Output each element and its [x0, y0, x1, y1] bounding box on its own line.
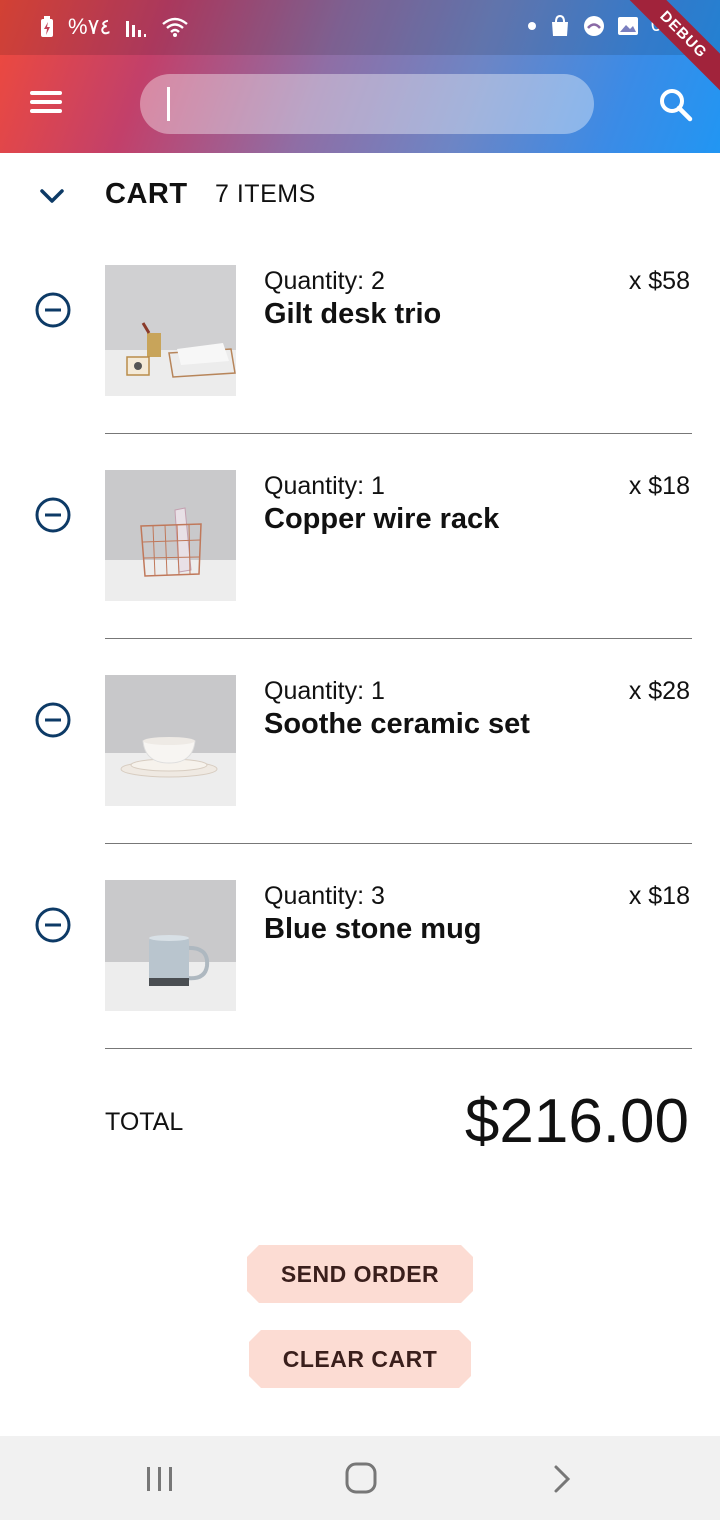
app-notification-icon: [583, 15, 605, 37]
total-label: TOTAL: [105, 1108, 184, 1136]
cart-item-count: 7 ITEMS: [215, 180, 316, 208]
item-price: x $28: [628, 677, 690, 705]
app-bar: [0, 55, 720, 153]
cart-title: CART: [105, 178, 188, 210]
item-quantity: Quantity: 1: [264, 677, 385, 705]
search-icon: [660, 89, 693, 122]
item-name: Soothe ceramic set: [264, 708, 530, 740]
top-bar: %٧٤ 0 DEBUG: [0, 0, 720, 153]
notification-dot-icon: [527, 21, 537, 31]
home-button[interactable]: [344, 1461, 378, 1500]
cart-item-blue-stone-mug: Quantity: 3 Blue stone mug x $18: [0, 880, 720, 1085]
row-divider: [105, 843, 692, 844]
remove-item-button[interactable]: [34, 701, 72, 739]
battery-percent: %٧٤: [68, 14, 112, 39]
collapse-cart-button[interactable]: [36, 182, 68, 210]
menu-button[interactable]: [30, 87, 68, 121]
item-price: x $18: [628, 882, 690, 910]
clear-cart-button[interactable]: CLEAR CART: [249, 1330, 471, 1388]
text-cursor: [167, 87, 170, 121]
row-divider: [105, 1048, 692, 1049]
search-button[interactable]: [656, 85, 696, 125]
cart-item-gilt-desk-trio: Quantity: 2 Gilt desk trio x $58: [0, 265, 720, 470]
chevron-down-icon: [40, 189, 64, 203]
gallery-icon: [617, 16, 639, 36]
system-nav-bar: [0, 1436, 720, 1520]
recent-apps-button[interactable]: [145, 1465, 175, 1498]
remove-item-button[interactable]: [34, 291, 72, 329]
item-name: Blue stone mug: [264, 913, 482, 945]
remove-circle-icon: [35, 702, 71, 738]
remove-item-button[interactable]: [34, 906, 72, 944]
product-image[interactable]: [105, 470, 236, 601]
status-left: %٧٤: [40, 14, 189, 40]
remove-circle-icon: [35, 292, 71, 328]
home-icon: [345, 1462, 377, 1494]
item-name: Gilt desk trio: [264, 298, 442, 330]
cart-item-copper-wire-rack: Quantity: 1 Copper wire rack x $18: [0, 470, 720, 675]
item-quantity: Quantity: 2: [264, 267, 385, 295]
item-quantity: Quantity: 1: [264, 472, 385, 500]
row-divider: [105, 638, 692, 639]
item-name: Copper wire rack: [264, 503, 500, 535]
status-bar: %٧٤ 0 DEBUG: [0, 0, 720, 98]
item-price: x $18: [628, 472, 690, 500]
item-quantity: Quantity: 3: [264, 882, 385, 910]
status-right: 0: [527, 14, 662, 37]
send-order-button[interactable]: SEND ORDER: [247, 1245, 473, 1303]
cart-item-soothe-ceramic-set: Quantity: 1 Soothe ceramic set x $28: [0, 675, 720, 880]
search-input[interactable]: [140, 74, 594, 134]
product-image[interactable]: [105, 265, 236, 396]
shopping-bag-icon: [549, 14, 571, 37]
remove-circle-icon: [35, 497, 71, 533]
cart-header: CART 7 ITEMS: [0, 160, 720, 230]
recent-apps-icon: [147, 1467, 172, 1491]
battery-icon: [40, 16, 54, 38]
item-price: x $58: [628, 267, 690, 295]
menu-icon: [30, 91, 68, 113]
signal-icon: [125, 17, 147, 37]
remove-item-button[interactable]: [34, 496, 72, 534]
product-image[interactable]: [105, 675, 236, 806]
back-chevron-icon: [554, 1465, 571, 1493]
product-image[interactable]: [105, 880, 236, 1011]
remove-circle-icon: [35, 907, 71, 943]
total-value: $216.00: [464, 1087, 689, 1156]
wifi-icon: [161, 16, 189, 38]
back-button[interactable]: [550, 1464, 574, 1499]
row-divider: [105, 433, 692, 434]
